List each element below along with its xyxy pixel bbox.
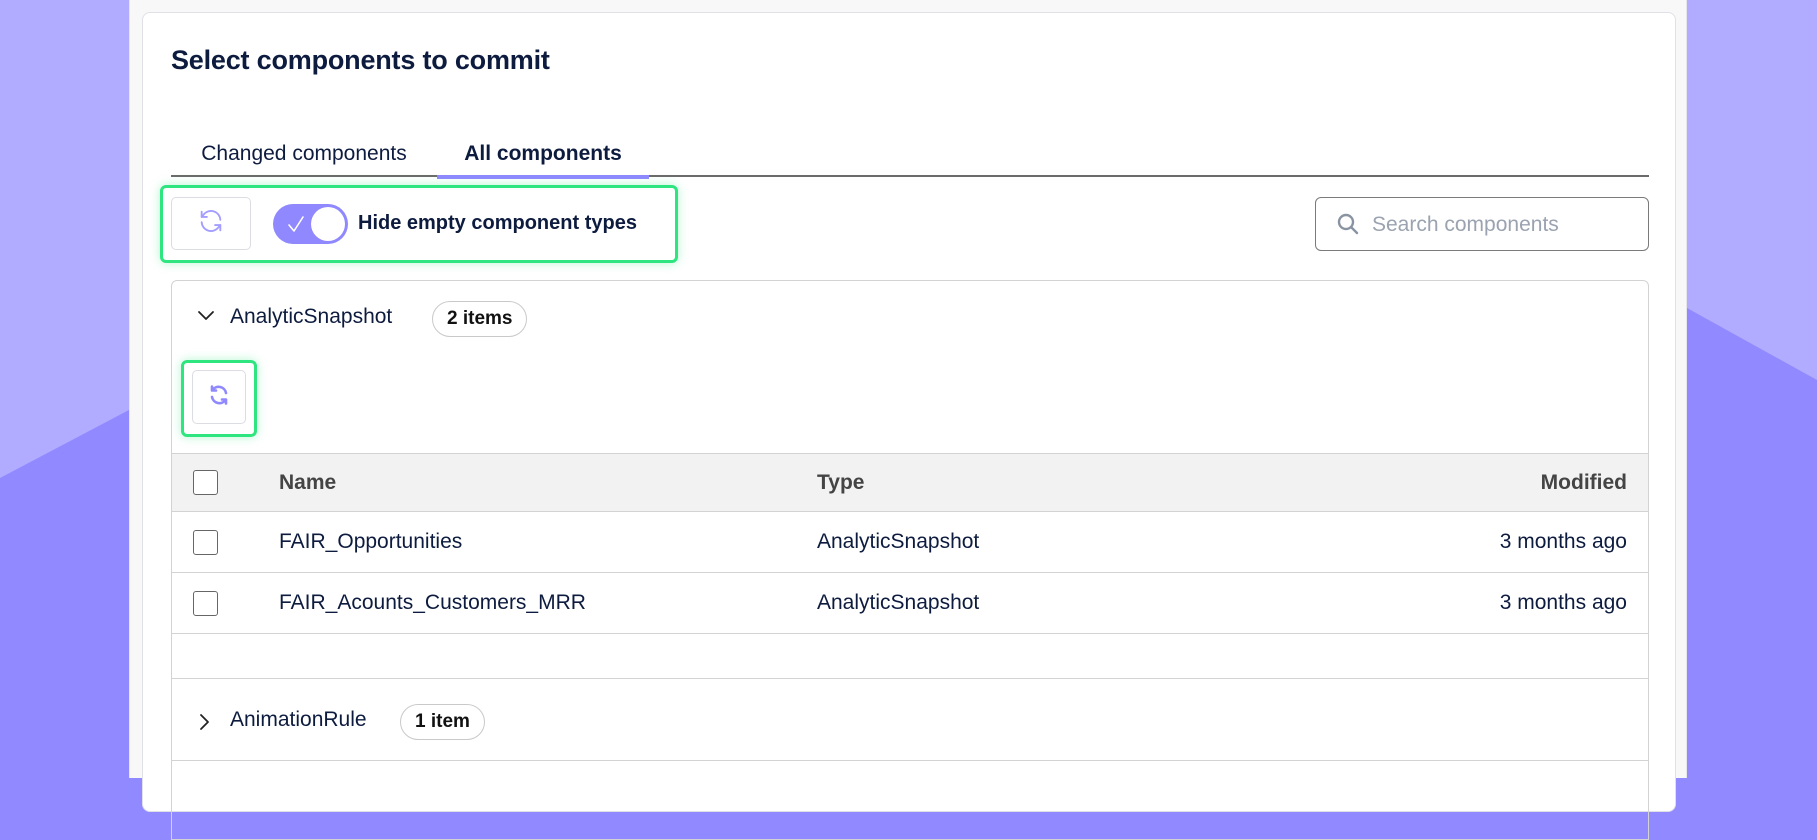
component-name: FAIR_Acounts_Customers_MRR <box>279 572 817 634</box>
table-row[interactable]: FAIR_Opportunities AnalyticSnapshot 3 mo… <box>172 511 1648 573</box>
component-modified: 3 months ago <box>1377 511 1648 573</box>
item-count-badge: 2 items <box>432 301 528 337</box>
row-checkbox[interactable] <box>193 529 218 555</box>
background-left <box>0 0 129 778</box>
component-name: FAIR_Opportunities <box>279 511 817 573</box>
refresh-group-button[interactable] <box>192 370 246 424</box>
group-name[interactable]: AnimationRule <box>230 708 367 732</box>
background-right <box>1687 0 1817 778</box>
component-type: AnalyticSnapshot <box>817 511 1377 573</box>
group-header-analyticsnapshot[interactable]: AnalyticSnapshot 2 items <box>172 281 1648 351</box>
row-checkbox[interactable] <box>193 590 218 616</box>
group-name[interactable]: AnalyticSnapshot <box>230 305 392 329</box>
component-modified: 3 months ago <box>1377 572 1648 634</box>
column-header-modified[interactable]: Modified <box>1377 453 1648 512</box>
components-table: Name Type Modified FAIR_Opportunities An… <box>172 453 1648 634</box>
chevron-right-icon[interactable] <box>196 712 212 737</box>
refresh-all-button[interactable] <box>171 197 251 250</box>
search-input[interactable] <box>1370 198 1644 251</box>
tab-changed-components[interactable]: Changed components <box>171 131 437 177</box>
tab-all-components[interactable]: All components <box>437 131 649 179</box>
group-footer-spacer <box>172 636 1648 679</box>
check-icon <box>286 213 306 240</box>
page-title: Select components to commit <box>171 45 550 75</box>
component-group-list: AnalyticSnapshot 2 items Name Type Modif… <box>171 280 1649 840</box>
search-field[interactable] <box>1315 197 1649 251</box>
toggle-knob <box>311 207 345 241</box>
commit-panel: Select components to commit Changed comp… <box>142 12 1676 840</box>
group-header-animationrule[interactable]: AnimationRule 1 item <box>172 678 1648 761</box>
chevron-down-icon[interactable] <box>196 308 216 329</box>
hide-empty-toggle[interactable] <box>273 204 348 244</box>
component-type: AnalyticSnapshot <box>817 572 1377 634</box>
item-count-badge: 1 item <box>400 704 485 740</box>
column-header-name[interactable]: Name <box>279 453 817 512</box>
modal-frame: Select components to commit Changed comp… <box>129 0 1687 840</box>
refresh-icon <box>207 383 231 412</box>
tab-bar: Changed components All components <box>171 131 1649 179</box>
refresh-icon <box>197 207 225 240</box>
search-icon <box>1336 212 1360 241</box>
select-all-checkbox[interactable] <box>193 470 218 495</box>
column-header-type[interactable]: Type <box>817 453 1377 512</box>
table-header-row: Name Type Modified <box>172 453 1648 512</box>
table-row[interactable]: FAIR_Acounts_Customers_MRR AnalyticSnaps… <box>172 572 1648 634</box>
hide-empty-label[interactable]: Hide empty component types <box>358 212 637 235</box>
